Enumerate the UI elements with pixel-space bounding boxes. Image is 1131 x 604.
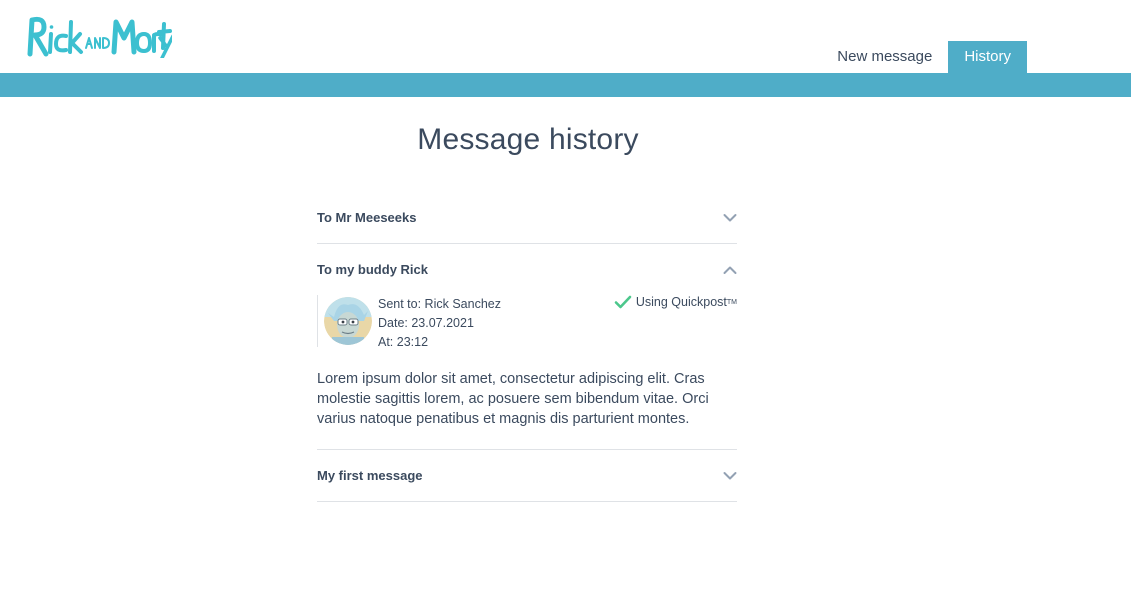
sent-time: At: 23:12 [378,335,429,349]
avatar [324,297,372,345]
message-title: To Mr Meeseeks [317,210,417,225]
message-header[interactable]: My first message [317,450,737,501]
message-body: Sent to: Rick Sanchez Date: 23.07.2021 A… [317,295,737,449]
app-header: New message History [0,0,1131,73]
message-accordion: To Mr Meeseeks To my buddy Rick Sent to:… [317,192,737,502]
message-item: To Mr Meeseeks [317,192,737,244]
checkmark-icon [614,295,632,309]
tab-history[interactable]: History [948,41,1027,73]
delivery-method-label: Using Quickpost [635,295,727,309]
sent-to: Sent to: Rick Sanchez [378,297,501,311]
chevron-down-icon [723,213,737,221]
rick-and-morty-logo[interactable] [26,14,172,58]
delivery-method: Using Quickpost TM [614,295,737,309]
page-title: Message history [417,123,639,156]
sent-date: Date: 23.07.2021 [378,316,474,330]
message-item: To my buddy Rick Sent to: Rick Sanchez D… [317,244,737,450]
message-title: To my buddy Rick [317,262,428,277]
chevron-up-icon [723,266,737,274]
message-item: My first message [317,450,737,502]
header-band [0,73,1131,97]
message-header[interactable]: To Mr Meeseeks [317,192,737,243]
message-header[interactable]: To my buddy Rick [317,244,737,295]
main-nav: New message History [821,41,1027,73]
message-details: Sent to: Rick Sanchez Date: 23.07.2021 A… [378,295,501,352]
trademark-mark: TM [726,298,737,306]
message-title: My first message [317,468,423,483]
chevron-down-icon [723,471,737,479]
tab-new-message[interactable]: New message [821,41,948,73]
message-text: Lorem ipsum dolor sit amet, consectetur … [317,371,709,427]
message-meta: Sent to: Rick Sanchez Date: 23.07.2021 A… [317,295,737,349]
